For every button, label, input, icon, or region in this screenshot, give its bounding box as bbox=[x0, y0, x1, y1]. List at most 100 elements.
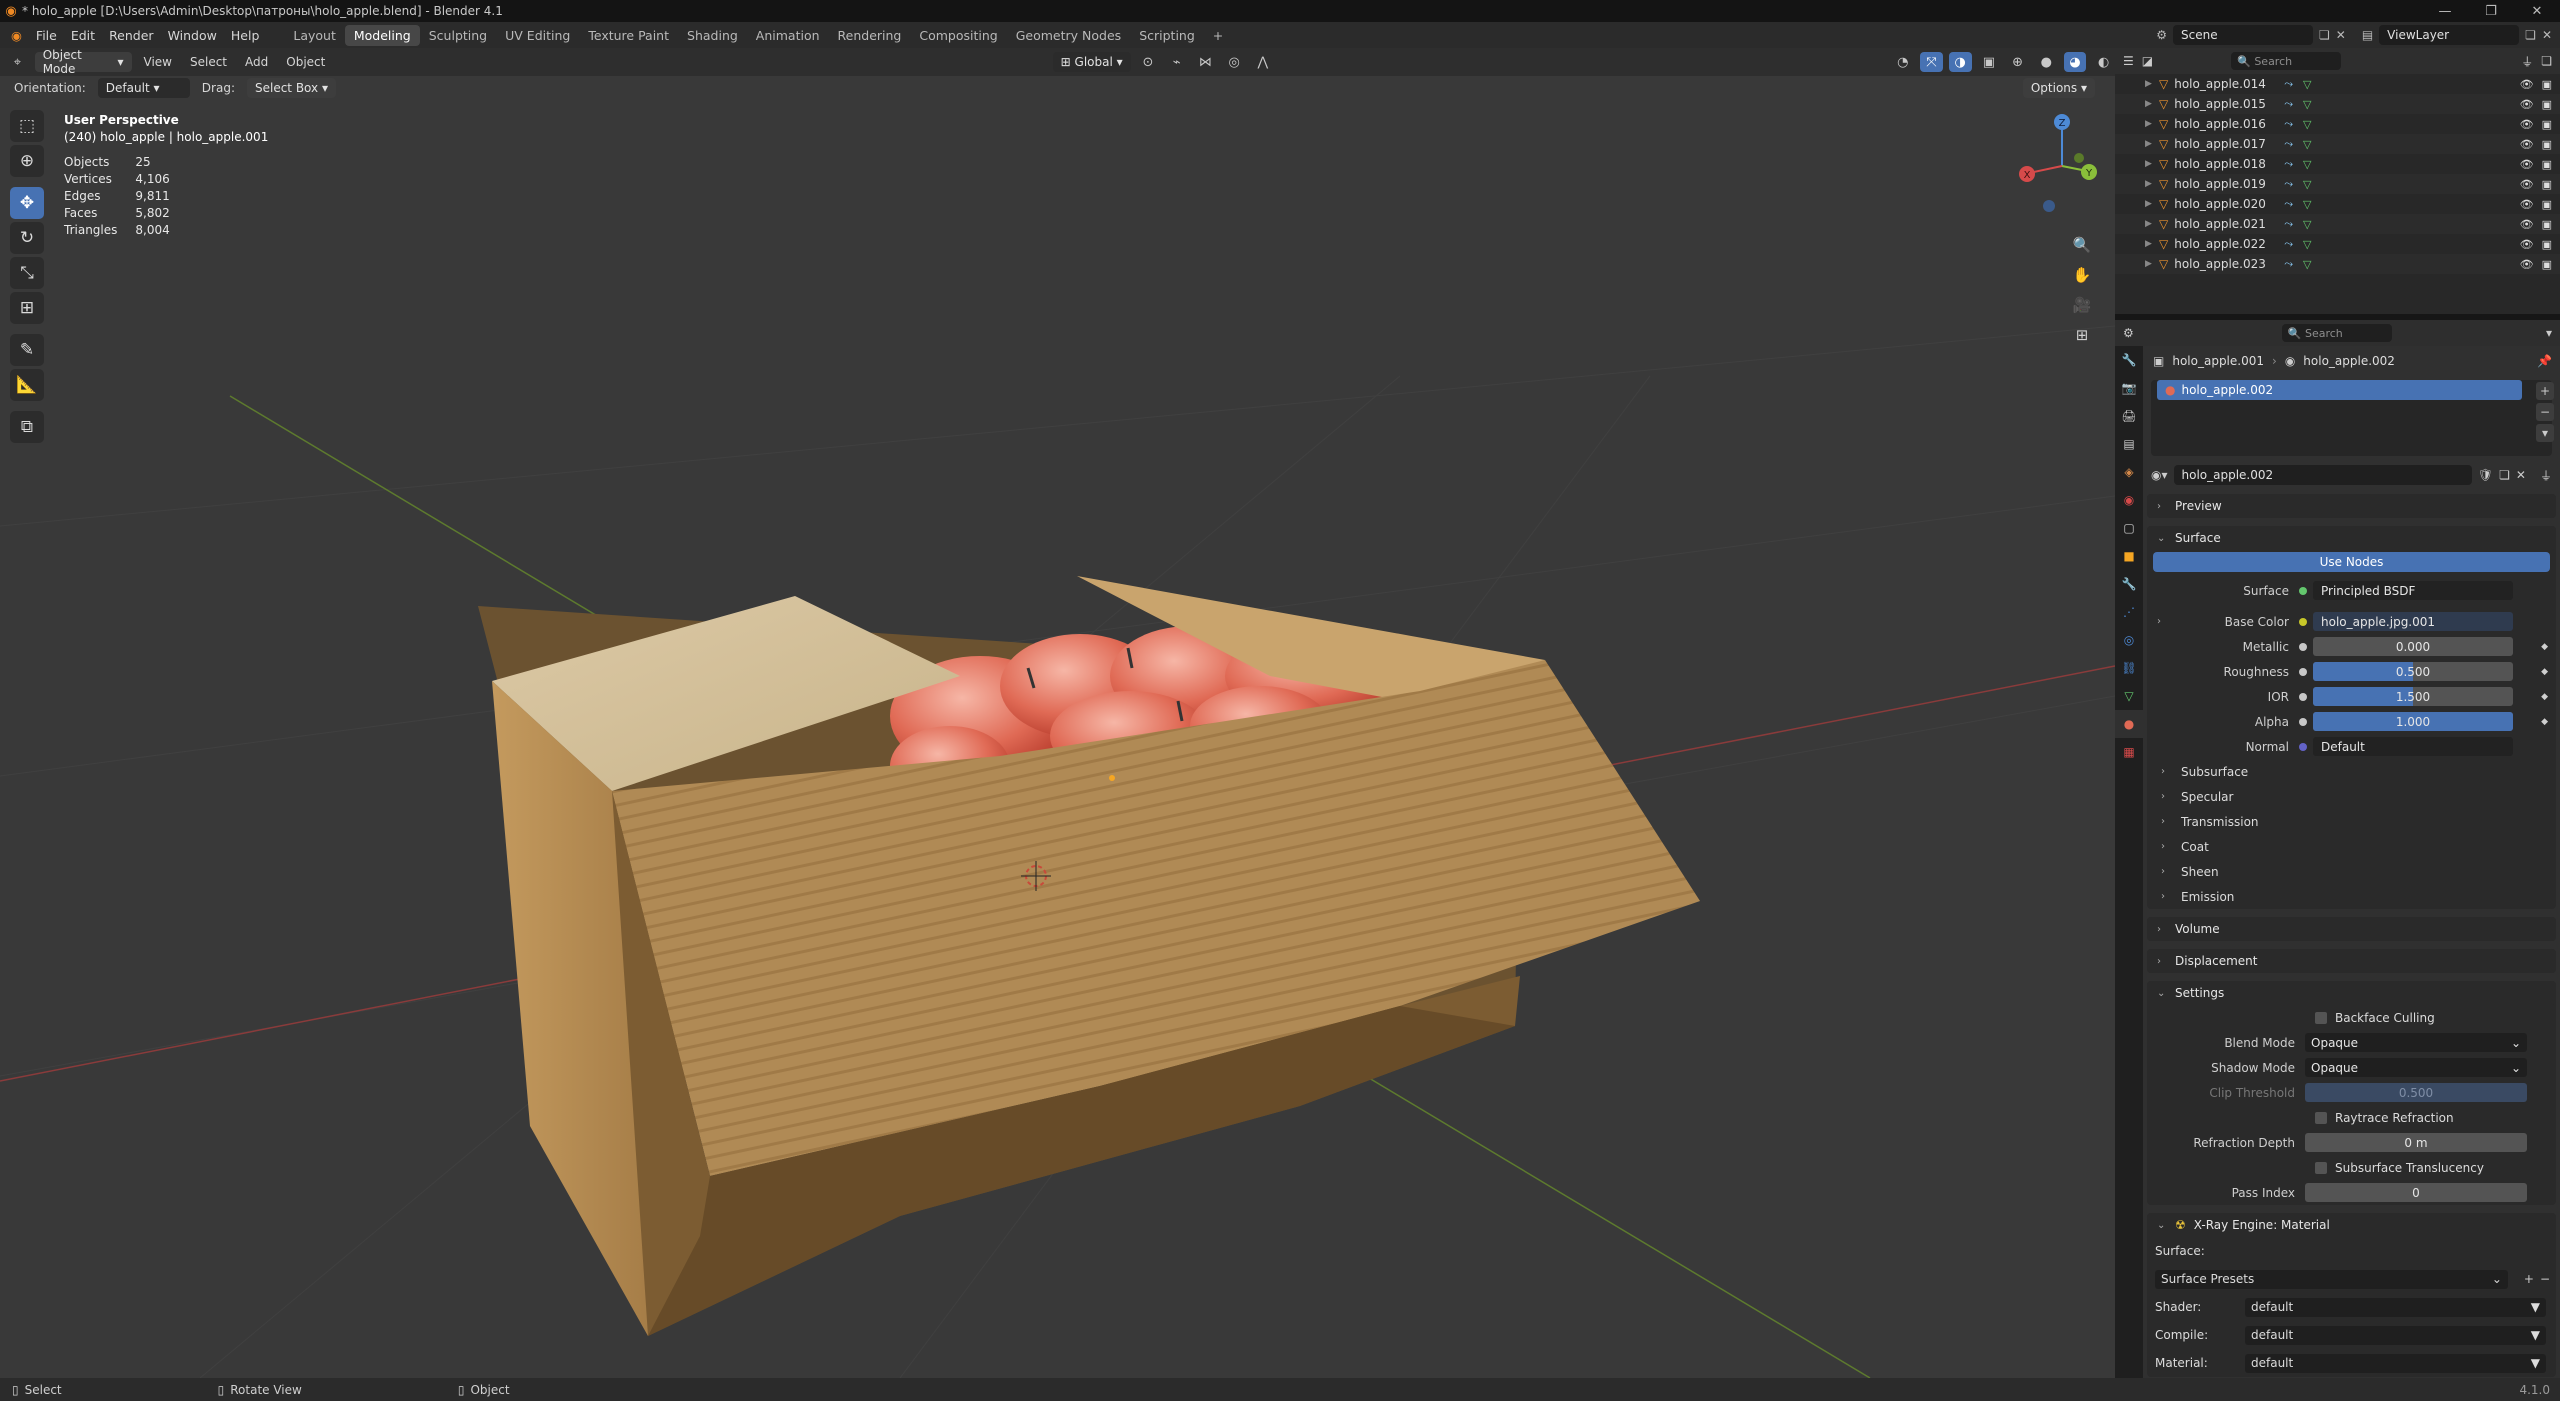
outliner-search[interactable]: 🔍 Search bbox=[2231, 52, 2342, 70]
wireframe-shading-icon[interactable]: ⊕ bbox=[2006, 52, 2029, 72]
collection-tab-icon[interactable]: ▢ bbox=[2115, 514, 2143, 542]
material-tab-icon[interactable]: ● bbox=[2115, 710, 2143, 738]
new-collection-icon[interactable]: ❏ bbox=[2541, 54, 2552, 68]
minimize-icon[interactable]: — bbox=[2422, 0, 2468, 22]
outliner-item[interactable]: ▶ ▽ holo_apple.017 ⤳ ▽ 👁 ▣ bbox=[2115, 134, 2560, 154]
menu-select[interactable]: Select bbox=[184, 55, 233, 69]
delete-scene-icon[interactable]: ✕ bbox=[2336, 28, 2346, 42]
texture-tab-icon[interactable]: ▦ bbox=[2115, 738, 2143, 766]
checkbox-icon[interactable] bbox=[2315, 1111, 2327, 1124]
socket-icon[interactable] bbox=[2299, 586, 2307, 595]
filter-icon[interactable]: ⏚ bbox=[2540, 467, 2552, 484]
pass-index-field[interactable]: 0 bbox=[2305, 1183, 2527, 1202]
socket-icon[interactable] bbox=[2299, 692, 2307, 701]
expand-icon[interactable]: ▶ bbox=[2145, 219, 2152, 229]
snap-icon[interactable]: ⌁ bbox=[1165, 52, 1188, 72]
tab-shading[interactable]: Shading bbox=[678, 25, 747, 46]
roughness-slider[interactable]: 0.500 bbox=[2313, 662, 2513, 681]
camera-icon[interactable]: ▣ bbox=[2542, 198, 2552, 211]
tab-geometry-nodes[interactable]: Geometry Nodes bbox=[1007, 25, 1130, 46]
chevron-right-icon[interactable]: › bbox=[2157, 616, 2161, 627]
shader-select[interactable]: default ▼ bbox=[2245, 1297, 2546, 1317]
add-cube-tool-icon[interactable]: ⧉ bbox=[10, 411, 44, 443]
camera-icon[interactable]: ▣ bbox=[2542, 158, 2552, 171]
mode-selector[interactable]: Object Mode ▾ bbox=[34, 48, 132, 76]
navigation-gizmo[interactable]: Z Y X 🔍 ✋ 🎥 ⊞ bbox=[2017, 106, 2107, 346]
outliner-item[interactable]: ▶ ▽ holo_apple.023 ⤳ ▽ 👁 ▣ bbox=[2115, 254, 2560, 274]
physics-tab-icon[interactable]: ◎ bbox=[2115, 626, 2143, 654]
expand-icon[interactable]: ▶ bbox=[2145, 139, 2152, 149]
menu-window[interactable]: Window bbox=[161, 28, 224, 43]
compile-select[interactable]: default ▼ bbox=[2245, 1325, 2546, 1345]
scene-tab-icon[interactable]: ◈ bbox=[2115, 458, 2143, 486]
display-mode-icon[interactable]: ◪ bbox=[2142, 54, 2153, 68]
3d-viewport[interactable]: Orientation: Default ▾ Drag: Select Box … bbox=[0, 76, 2115, 1378]
cursor-tool-icon[interactable]: ⊕ bbox=[10, 145, 44, 177]
expand-icon[interactable]: ▶ bbox=[2145, 99, 2152, 109]
tab-uv-editing[interactable]: UV Editing bbox=[496, 25, 579, 46]
zoom-icon[interactable]: 🔍 bbox=[2069, 232, 2095, 258]
raytrace-refraction-checkbox[interactable]: Raytrace Refraction bbox=[2147, 1105, 2556, 1130]
material-select[interactable]: default ▼ bbox=[2245, 1353, 2546, 1373]
outliner-item[interactable]: ▶ ▽ holo_apple.021 ⤳ ▽ 👁 ▣ bbox=[2115, 214, 2560, 234]
mesh-data-icon[interactable]: ▽ bbox=[2303, 78, 2311, 91]
modifier-icon[interactable]: ⤳ bbox=[2284, 257, 2293, 271]
mesh-data-icon[interactable]: ▽ bbox=[2303, 198, 2311, 211]
eye-icon[interactable]: 👁 bbox=[2520, 78, 2534, 91]
eye-icon[interactable]: 👁 bbox=[2520, 158, 2534, 171]
checkbox-icon[interactable] bbox=[2315, 1161, 2327, 1174]
snap-target-icon[interactable]: ⋈ bbox=[1194, 52, 1217, 72]
proportional-edit-icon[interactable]: ◎ bbox=[1223, 52, 1246, 72]
select-box-tool-icon[interactable]: ⬚ bbox=[10, 110, 44, 142]
camera-icon[interactable]: ▣ bbox=[2542, 218, 2552, 231]
backface-culling-checkbox[interactable]: Backface Culling bbox=[2147, 1005, 2556, 1030]
expand-icon[interactable]: ▶ bbox=[2145, 259, 2152, 269]
sheen-subpanel[interactable]: › Sheen bbox=[2147, 859, 2556, 884]
maximize-icon[interactable]: ❐ bbox=[2468, 0, 2514, 22]
tab-layout[interactable]: Layout bbox=[284, 25, 345, 46]
render-tab-icon[interactable]: 📷 bbox=[2115, 374, 2143, 402]
subsurface-translucency-checkbox[interactable]: Subsurface Translucency bbox=[2147, 1155, 2556, 1180]
xray-header[interactable]: ⌄ ☢ X-Ray Engine: Material bbox=[2147, 1213, 2556, 1237]
modifier-tab-icon[interactable]: 🔧 bbox=[2115, 570, 2143, 598]
outliner-item[interactable]: ▶ ▽ holo_apple.022 ⤳ ▽ 👁 ▣ bbox=[2115, 234, 2560, 254]
filter-icon[interactable]: ⏚ bbox=[2521, 53, 2533, 70]
subsurface-subpanel[interactable]: › Subsurface bbox=[2147, 759, 2556, 784]
keyframe-icon[interactable]: ◆ bbox=[2541, 642, 2548, 652]
tab-sculpting[interactable]: Sculpting bbox=[420, 25, 496, 46]
blend-mode-select[interactable]: Opaque ⌄ bbox=[2305, 1033, 2527, 1052]
duplicate-material-icon[interactable]: ❏ bbox=[2499, 468, 2510, 482]
add-slot-icon[interactable]: + bbox=[2536, 382, 2554, 400]
alpha-slider[interactable]: 1.000 bbox=[2313, 712, 2513, 731]
socket-icon[interactable] bbox=[2299, 667, 2307, 676]
emission-subpanel[interactable]: › Emission bbox=[2147, 884, 2556, 909]
expand-icon[interactable]: ▶ bbox=[2145, 179, 2152, 189]
tab-rendering[interactable]: Rendering bbox=[829, 25, 911, 46]
particles-tab-icon[interactable]: ⋰ bbox=[2115, 598, 2143, 626]
mesh-data-icon[interactable]: ▽ bbox=[2303, 258, 2311, 271]
ior-slider[interactable]: 1.500 bbox=[2313, 687, 2513, 706]
world-tab-icon[interactable]: ◉ bbox=[2115, 486, 2143, 514]
constraints-tab-icon[interactable]: ⛓ bbox=[2115, 654, 2143, 682]
mesh-data-icon[interactable]: ▽ bbox=[2303, 178, 2311, 191]
data-tab-icon[interactable]: ▽ bbox=[2115, 682, 2143, 710]
add-preset-icon[interactable]: + bbox=[2524, 1272, 2534, 1286]
object-tab-icon[interactable]: ■ bbox=[2115, 542, 2143, 570]
eye-icon[interactable]: 👁 bbox=[2520, 118, 2534, 131]
shadow-mode-select[interactable]: Opaque ⌄ bbox=[2305, 1058, 2527, 1077]
checkbox-icon[interactable] bbox=[2315, 1011, 2327, 1024]
modifier-icon[interactable]: ⤳ bbox=[2284, 77, 2293, 91]
modifier-icon[interactable]: ⤳ bbox=[2284, 97, 2293, 111]
menu-view[interactable]: View bbox=[138, 55, 178, 69]
settings-header[interactable]: ⌄ Settings bbox=[2147, 981, 2556, 1005]
keyframe-icon[interactable]: ◆ bbox=[2541, 717, 2548, 727]
surface-shader-field[interactable]: Principled BSDF bbox=[2313, 581, 2513, 600]
material-shading-icon[interactable]: ◕ bbox=[2063, 52, 2087, 72]
overlay-toggle-icon[interactable]: ◑ bbox=[1948, 52, 1972, 72]
outliner-item[interactable]: ▶ ▽ holo_apple.020 ⤳ ▽ 👁 ▣ bbox=[2115, 194, 2560, 214]
socket-icon[interactable] bbox=[2299, 717, 2307, 726]
options-button[interactable]: Options ▾ bbox=[2022, 78, 2095, 98]
view-layer-field[interactable]: ViewLayer bbox=[2379, 25, 2520, 45]
annotate-tool-icon[interactable]: ✎ bbox=[10, 334, 44, 366]
metallic-slider[interactable]: 0.000 bbox=[2313, 637, 2513, 656]
